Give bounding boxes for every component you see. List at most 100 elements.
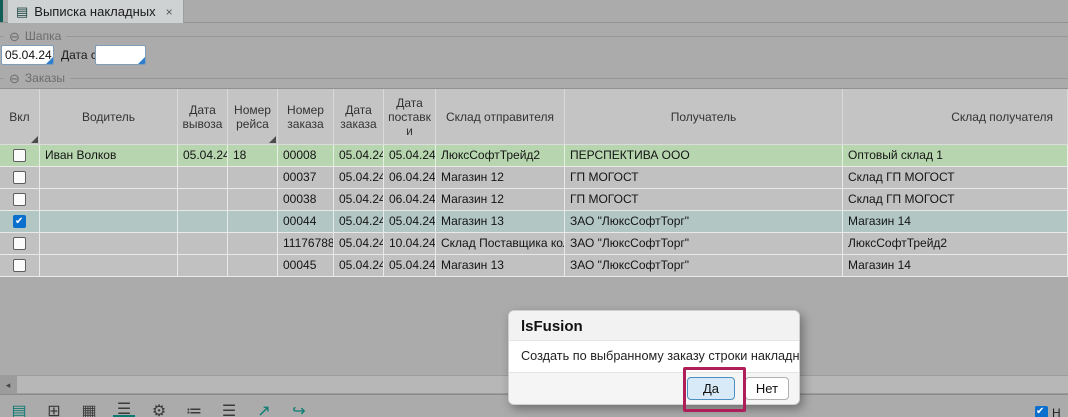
cell-departure-date[interactable] xyxy=(178,233,228,254)
cell-sender-warehouse[interactable]: Магазин 12 xyxy=(436,167,565,188)
group-change-icon[interactable]: ▤ xyxy=(8,400,30,417)
cell-recipient[interactable]: ЗАО "ЛюксСофтТорг" xyxy=(565,211,843,232)
cell-include[interactable] xyxy=(0,167,40,188)
table-row[interactable]: 00044 05.04.24 05.04.24 Магазин 13 ЗАО "… xyxy=(0,211,1068,233)
column-header-order-date[interactable]: Дата заказа xyxy=(334,89,384,144)
cell-order-number[interactable]: 00045 xyxy=(278,255,334,276)
cell-sender-warehouse[interactable]: ЛюксСофтТрейд2 xyxy=(436,145,565,166)
cell-departure-date[interactable] xyxy=(178,189,228,210)
filter-lines-icon[interactable]: ☰ xyxy=(113,400,135,417)
numbered-list-icon[interactable]: ≔ xyxy=(183,400,205,417)
cell-include[interactable] xyxy=(0,233,40,254)
cell-delivery-date[interactable]: 05.04.24 xyxy=(384,211,436,232)
calendar-icon[interactable]: ▦ xyxy=(78,400,100,417)
cell-sender-warehouse[interactable]: Магазин 13 xyxy=(436,255,565,276)
cell-order-date[interactable]: 05.04.24 xyxy=(334,211,384,232)
cell-driver[interactable] xyxy=(40,233,178,254)
table-row[interactable]: 1117678871 05.04.24 10.04.24 Склад Поста… xyxy=(0,233,1068,255)
cell-departure-date[interactable] xyxy=(178,167,228,188)
no-button[interactable]: Нет xyxy=(745,377,789,400)
menu-lines-icon[interactable]: ☰ xyxy=(218,400,240,417)
cell-order-date[interactable]: 05.04.24 xyxy=(334,167,384,188)
cell-delivery-date[interactable]: 06.04.24 xyxy=(384,189,436,210)
cell-trip-number[interactable] xyxy=(228,211,278,232)
cell-order-number[interactable]: 00008 xyxy=(278,145,334,166)
table-grid-icon[interactable]: ⊞ xyxy=(43,400,65,417)
cell-recipient-warehouse[interactable]: Склад ГП МОГОСТ xyxy=(843,167,1068,188)
table-row[interactable]: 00038 05.04.24 06.04.24 Магазин 12 ГП МО… xyxy=(0,189,1068,211)
cell-delivery-date[interactable]: 10.04.24 xyxy=(384,233,436,254)
cell-recipient[interactable]: ПЕРСПЕКТИВА ООО xyxy=(565,145,843,166)
scrollbar-left-arrow-icon[interactable]: ◂ xyxy=(0,375,16,395)
cell-include[interactable] xyxy=(0,145,40,166)
cell-delivery-date[interactable]: 05.04.24 xyxy=(384,145,436,166)
column-header-order-number[interactable]: Номер заказа xyxy=(278,89,334,144)
cell-recipient-warehouse[interactable]: Склад ГП МОГОСТ xyxy=(843,189,1068,210)
table-row[interactable]: 00037 05.04.24 06.04.24 Магазин 12 ГП МО… xyxy=(0,167,1068,189)
tab-close-icon[interactable]: × xyxy=(166,5,173,19)
cell-trip-number[interactable] xyxy=(228,233,278,254)
cell-include[interactable] xyxy=(0,211,40,232)
cell-driver[interactable] xyxy=(40,189,178,210)
settings-gear-icon[interactable]: ⚙ xyxy=(148,400,170,417)
row-include-checkbox[interactable] xyxy=(13,215,26,228)
cell-recipient-warehouse[interactable]: ЛюксСофтТрейд2 xyxy=(843,233,1068,254)
column-header-delivery-date[interactable]: Дата поставки xyxy=(384,89,436,144)
column-header-driver[interactable]: Водитель xyxy=(40,89,178,144)
table-row[interactable]: Иван Волков 05.04.24 18 00008 05.04.24 0… xyxy=(0,145,1068,167)
column-header-sender-warehouse[interactable]: Склад отправителя xyxy=(436,89,565,144)
cell-trip-number[interactable]: 18 xyxy=(228,145,278,166)
cell-sender-warehouse[interactable]: Магазин 13 xyxy=(436,211,565,232)
cell-order-date[interactable]: 05.04.24 xyxy=(334,189,384,210)
cell-driver[interactable] xyxy=(40,167,178,188)
column-header-trip-number[interactable]: Номер рейса xyxy=(228,89,278,144)
row-include-checkbox[interactable] xyxy=(13,193,26,206)
column-header-recipient-warehouse[interactable]: Склад получателя xyxy=(843,89,1068,144)
cell-driver[interactable] xyxy=(40,255,178,276)
cell-departure-date[interactable] xyxy=(178,255,228,276)
cell-sender-warehouse[interactable]: Магазин 12 xyxy=(436,189,565,210)
row-include-checkbox[interactable] xyxy=(13,259,26,272)
forward-one-icon[interactable]: ↪ xyxy=(288,400,310,417)
cell-recipient[interactable]: ГП МОГОСТ xyxy=(565,167,843,188)
row-include-checkbox[interactable] xyxy=(13,149,26,162)
export-arrow-icon[interactable]: ↗ xyxy=(253,400,275,417)
table-row[interactable]: 00045 05.04.24 05.04.24 Магазин 13 ЗАО "… xyxy=(0,255,1068,277)
cell-order-number[interactable]: 00044 xyxy=(278,211,334,232)
tab-invoice-statement[interactable]: ▤ Выписка накладных × xyxy=(8,0,184,23)
cell-order-date[interactable]: 05.04.24 xyxy=(334,145,384,166)
cell-recipient[interactable]: ЗАО "ЛюксСофтТорг" xyxy=(565,233,843,254)
cell-recipient-warehouse[interactable]: Магазин 14 xyxy=(843,211,1068,232)
cell-order-date[interactable]: 05.04.24 xyxy=(334,255,384,276)
cell-trip-number[interactable] xyxy=(228,167,278,188)
cell-order-date[interactable]: 05.04.24 xyxy=(334,233,384,254)
column-header-departure-date[interactable]: Дата вывоза xyxy=(178,89,228,144)
cell-departure-date[interactable] xyxy=(178,211,228,232)
cell-include[interactable] xyxy=(0,189,40,210)
cell-trip-number[interactable] xyxy=(228,255,278,276)
cell-driver[interactable] xyxy=(40,211,178,232)
collapse-icon[interactable]: ⊖ xyxy=(9,72,20,85)
cell-recipient[interactable]: ЗАО "ЛюксСофтТорг" xyxy=(565,255,843,276)
cell-recipient-warehouse[interactable]: Магазин 14 xyxy=(843,255,1068,276)
cell-order-number[interactable]: 1117678871 xyxy=(278,233,334,254)
cell-departure-date[interactable]: 05.04.24 xyxy=(178,145,228,166)
cell-sender-warehouse[interactable]: Склад Поставщика колб xyxy=(436,233,565,254)
date-input[interactable]: 05.04.24 xyxy=(1,45,54,65)
row-include-checkbox[interactable] xyxy=(13,237,26,250)
date-from-input[interactable] xyxy=(95,45,146,65)
cell-include[interactable] xyxy=(0,255,40,276)
cell-delivery-date[interactable]: 06.04.24 xyxy=(384,167,436,188)
row-include-checkbox[interactable] xyxy=(13,171,26,184)
status-checkbox[interactable] xyxy=(1035,406,1048,417)
cell-driver[interactable]: Иван Волков xyxy=(40,145,178,166)
column-header-incl[interactable]: Вкл xyxy=(0,89,40,144)
cell-recipient-warehouse[interactable]: Оптовый склад 1 xyxy=(843,145,1068,166)
cell-recipient[interactable]: ГП МОГОСТ xyxy=(565,189,843,210)
cell-order-number[interactable]: 00038 xyxy=(278,189,334,210)
cell-order-number[interactable]: 00037 xyxy=(278,167,334,188)
column-header-recipient[interactable]: Получатель xyxy=(565,89,843,144)
collapse-icon[interactable]: ⊖ xyxy=(9,30,20,43)
cell-trip-number[interactable] xyxy=(228,189,278,210)
cell-delivery-date[interactable]: 05.04.24 xyxy=(384,255,436,276)
